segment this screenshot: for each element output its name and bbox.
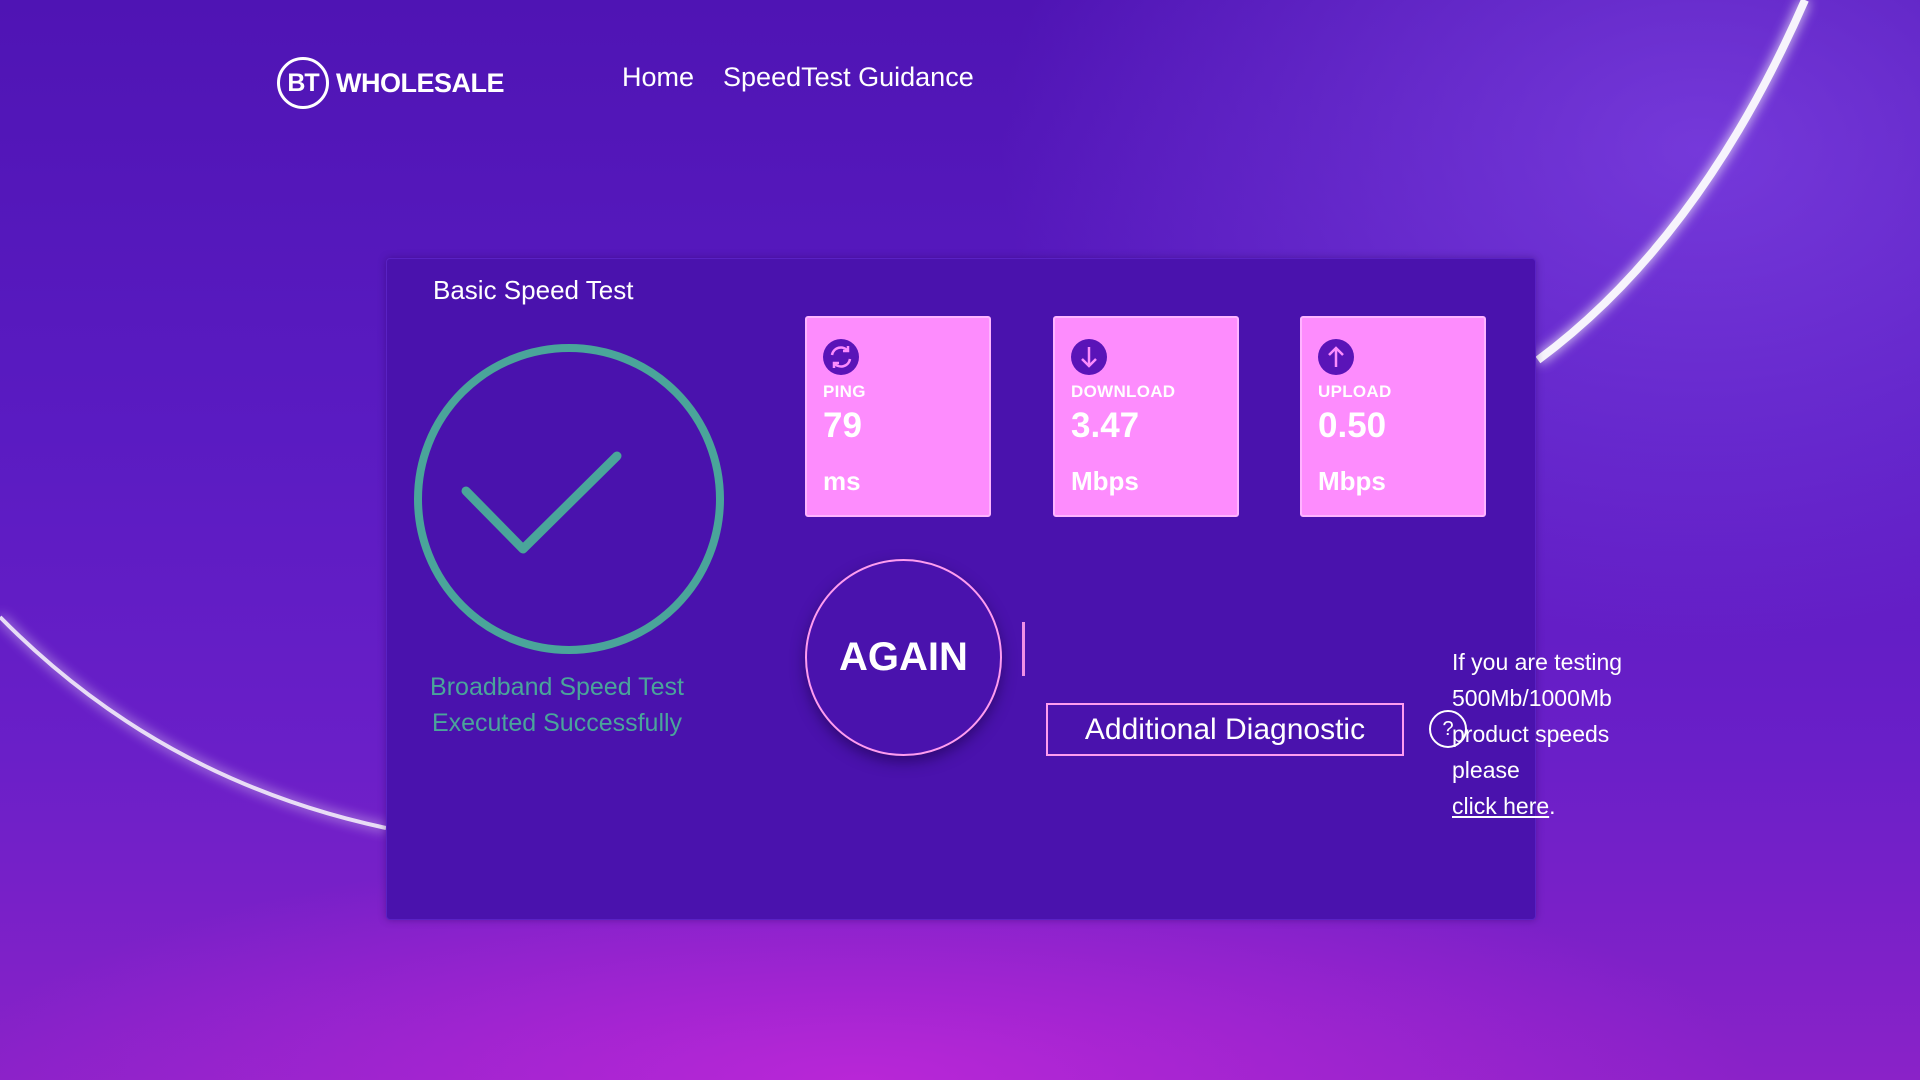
upload-card: UPLOAD 0.50 Mbps: [1300, 316, 1486, 517]
additional-diagnostic-button[interactable]: Additional Diagnostic: [1046, 703, 1404, 756]
ping-value: 79: [823, 406, 862, 445]
ping-unit: ms: [823, 466, 861, 496]
download-label: DOWNLOAD: [1071, 382, 1176, 401]
arrow-up-icon: [1318, 339, 1354, 375]
ping-card: PING 79 ms: [805, 316, 991, 517]
download-card: DOWNLOAD 3.47 Mbps: [1053, 316, 1239, 517]
download-unit: Mbps: [1071, 466, 1139, 496]
success-check-icon: [411, 341, 727, 657]
speed-test-panel: Basic Speed Test Broadband Speed Test Ex…: [386, 258, 1536, 920]
bt-logo-mark: BT: [277, 57, 329, 109]
ping-label: PING: [823, 382, 866, 401]
upload-unit: Mbps: [1318, 466, 1386, 496]
text-cursor: [1022, 622, 1025, 676]
logo-text: WHOLESALE: [336, 67, 505, 98]
upload-label: UPLOAD: [1318, 382, 1392, 401]
upload-value: 0.50: [1318, 406, 1387, 445]
high-speed-info: If you are testing 500Mb/1000Mb product …: [1452, 644, 1642, 824]
bt-wholesale-logo[interactable]: BT WHOLESALE: [277, 54, 505, 112]
info-text-body: If you are testing 500Mb/1000Mb product …: [1452, 649, 1623, 783]
panel-title: Basic Speed Test: [433, 275, 634, 305]
status-line-2: Executed Successfully: [431, 709, 683, 737]
info-suffix: .: [1549, 793, 1556, 819]
refresh-icon: [823, 339, 859, 375]
nav-home-link[interactable]: Home: [622, 62, 694, 93]
click-here-link[interactable]: click here: [1452, 793, 1549, 819]
again-button[interactable]: AGAIN: [805, 559, 1002, 756]
nav-speedtest-guidance-link[interactable]: SpeedTest Guidance: [723, 62, 974, 93]
main-nav: Home SpeedTest Guidance: [622, 62, 974, 93]
status-message: Broadband Speed Test Executed Successful…: [407, 669, 707, 741]
status-line-1: Broadband Speed Test: [430, 673, 684, 701]
download-value: 3.47: [1071, 406, 1140, 445]
arrow-down-icon: [1071, 339, 1107, 375]
